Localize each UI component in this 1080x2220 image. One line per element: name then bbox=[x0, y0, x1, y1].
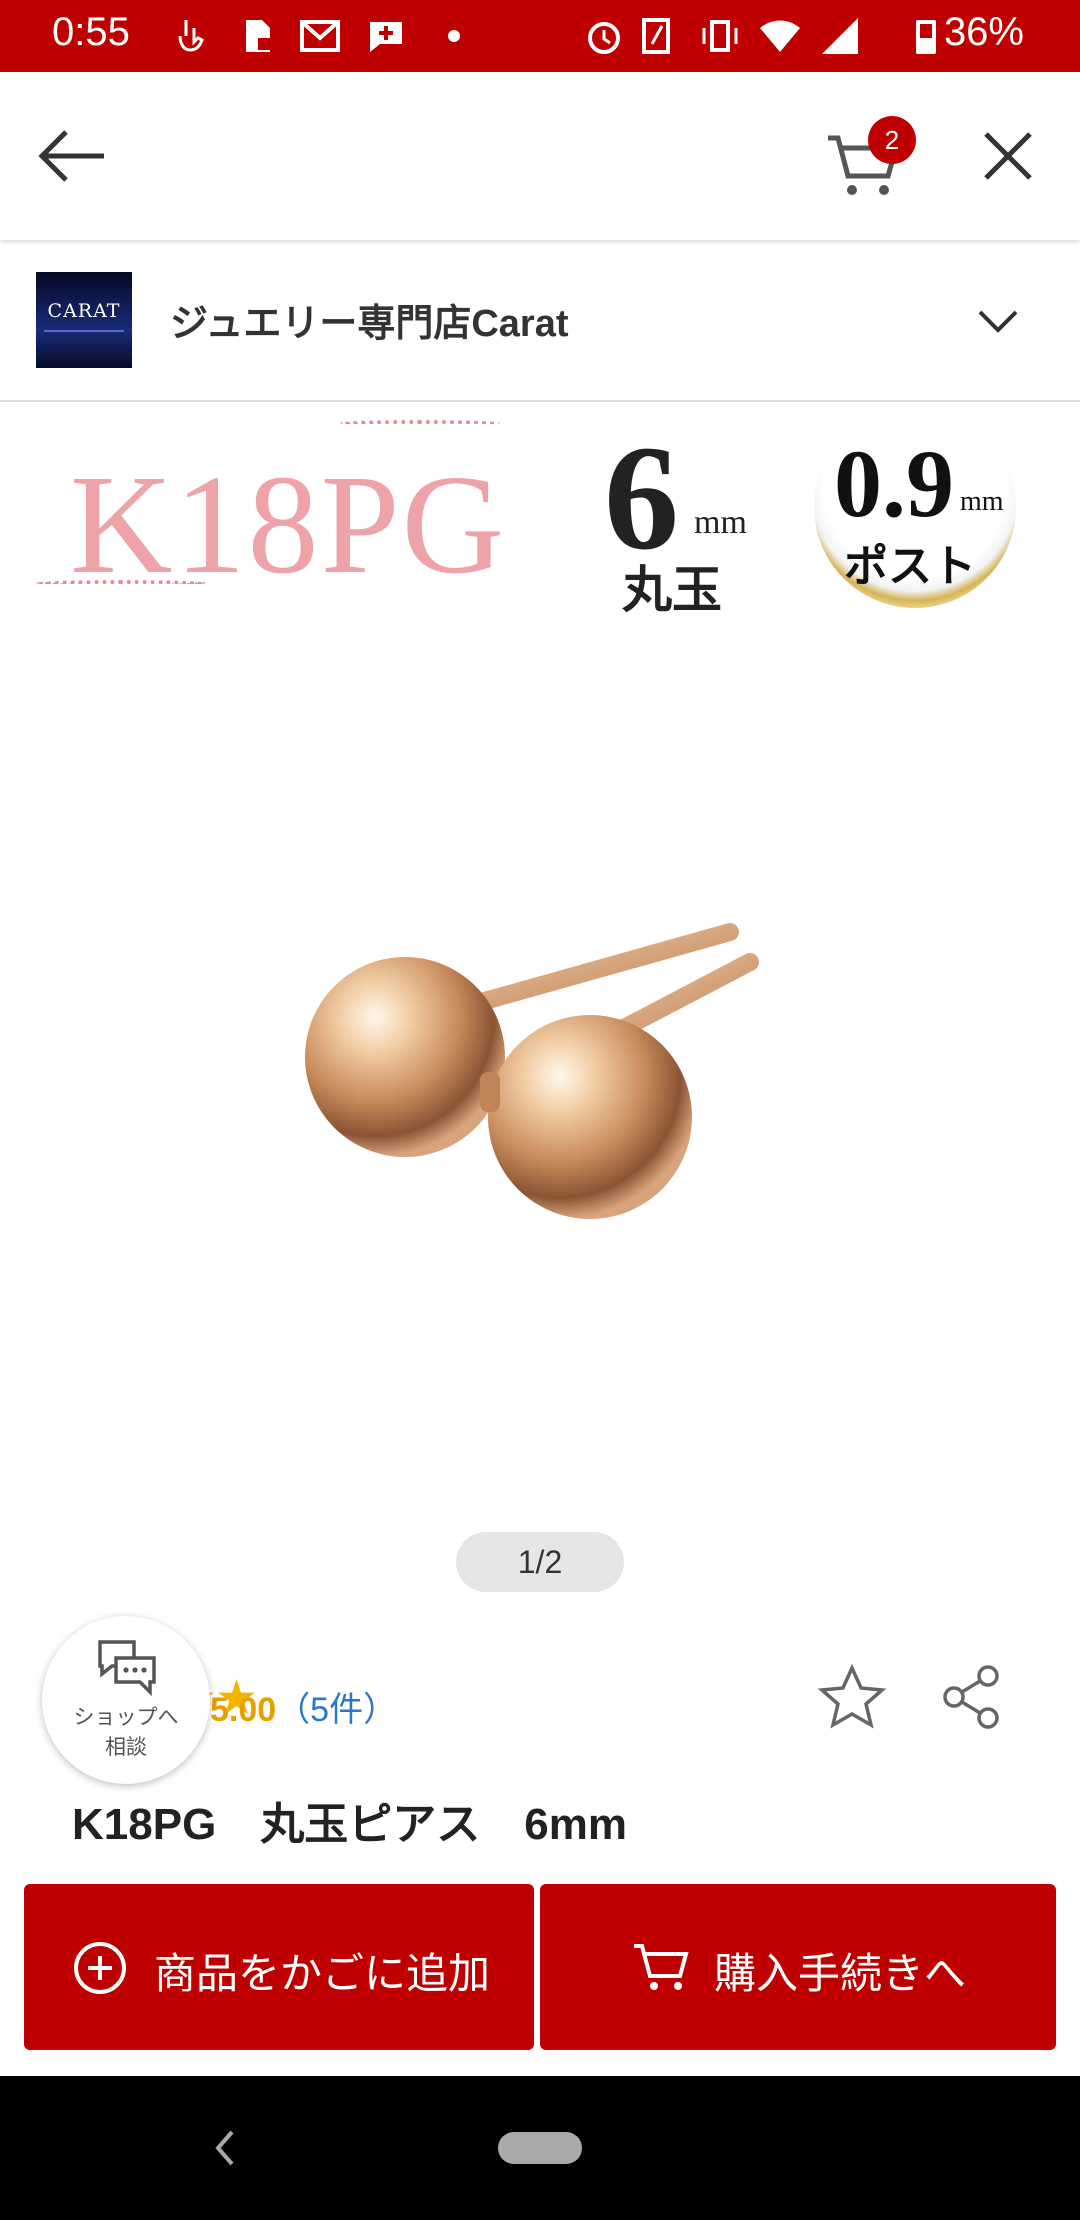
add-to-cart-label: 商品をかごに追加 bbox=[154, 1949, 491, 1998]
decorative-dots bbox=[340, 420, 500, 426]
vibrate-icon bbox=[702, 20, 738, 52]
home-pill[interactable] bbox=[498, 2132, 582, 2164]
touch-gesture-icon bbox=[178, 20, 204, 52]
post-size-value: 0.9 bbox=[834, 430, 954, 537]
consult-label-line1: ショップへ bbox=[73, 1705, 179, 1729]
product-title: K18PG 丸玉ピアス 6mm bbox=[72, 1800, 628, 1849]
shop-header[interactable]: CARAT ジュエリー専門店Carat bbox=[0, 244, 1080, 402]
checkout-label: 購入手続きへ bbox=[714, 1949, 967, 1998]
rating-score: 5.00 bbox=[210, 1691, 277, 1729]
shop-consult-button[interactable]: ショップへ 相談 bbox=[42, 1616, 210, 1784]
top-nav-bar: 2 bbox=[0, 72, 1080, 240]
metal-type-label: K18PG bbox=[70, 445, 507, 603]
ball-label: 丸玉 bbox=[622, 560, 722, 619]
checkout-button[interactable]: 購入手続きへ bbox=[540, 1884, 1056, 2050]
earring-photo bbox=[305, 923, 759, 1219]
post-size-unit: mm bbox=[960, 486, 1004, 517]
battery-icon bbox=[916, 20, 936, 54]
consult-label-line2: 相談 bbox=[105, 1735, 147, 1759]
favorite-star-icon[interactable] bbox=[818, 1664, 886, 1730]
nfc-icon bbox=[642, 18, 670, 54]
add-to-cart-button[interactable]: 商品をかごに追加 bbox=[24, 1884, 534, 2050]
shop-logo-text: CARAT bbox=[47, 300, 121, 322]
review-count[interactable]: （5件） bbox=[276, 1691, 397, 1729]
shop-name[interactable]: ジュエリー専門店Carat bbox=[170, 292, 569, 347]
chevron-down-icon[interactable] bbox=[976, 304, 1020, 336]
close-icon[interactable] bbox=[980, 128, 1036, 184]
chat-plus-icon bbox=[370, 22, 402, 52]
ball-size-unit: mm bbox=[694, 504, 747, 541]
image-pager: 1/2 bbox=[456, 1532, 624, 1592]
sd-card-lock-icon bbox=[246, 20, 272, 52]
bottom-action-bar: 商品をかごに追加 購入手続きへ bbox=[0, 1860, 1080, 2076]
cell-signal-icon bbox=[822, 18, 858, 54]
plus-circle-icon bbox=[74, 1942, 126, 1994]
back-nav-icon[interactable] bbox=[210, 2126, 240, 2170]
battery-level: 36% bbox=[943, 10, 1024, 54]
status-time: 0:55 bbox=[52, 10, 130, 54]
share-icon[interactable] bbox=[940, 1664, 1004, 1730]
chat-bubbles-icon bbox=[98, 1640, 156, 1696]
gmail-icon bbox=[300, 20, 340, 52]
wifi-icon bbox=[760, 20, 800, 52]
cart-count-badge: 2 bbox=[868, 116, 916, 164]
system-navigation-bar bbox=[0, 2076, 1080, 2220]
alarm-icon bbox=[588, 22, 620, 54]
dot-icon bbox=[448, 30, 460, 42]
product-image-carousel[interactable]: K18PG 6 mm 丸玉 0.9 mm ポスト 1/2 bbox=[0, 402, 1080, 1602]
post-size-badge: 0.9 mm ポスト bbox=[814, 406, 1016, 608]
cart-icon bbox=[634, 1944, 689, 1990]
cart-button[interactable]: 2 bbox=[824, 116, 924, 206]
shop-logo[interactable]: CARAT bbox=[36, 272, 132, 368]
post-label: ポスト bbox=[844, 541, 976, 592]
arrow-left-icon[interactable] bbox=[36, 122, 108, 190]
rating-summary[interactable]: 5.00（5件） bbox=[210, 1682, 397, 1731]
status-bar: 0:55 36% bbox=[0, 0, 1080, 72]
